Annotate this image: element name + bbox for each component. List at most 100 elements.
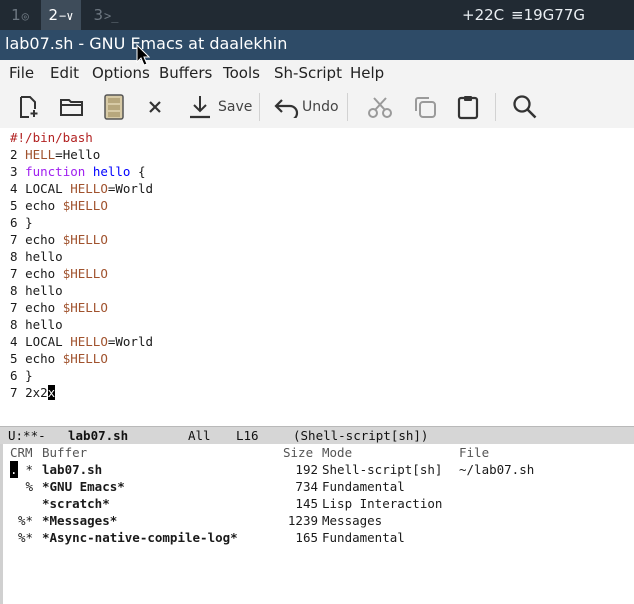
buffer-flags: %* <box>18 513 34 528</box>
code-token: echo <box>25 198 63 213</box>
code-token: HELL <box>25 147 56 162</box>
workspace-2[interactable]: 2−∨ <box>41 0 81 30</box>
buffer-file: ~/lab07.sh <box>459 462 535 477</box>
mode-line[interactable]: U:**- lab07.sh All L16 (Shell-script[sh]… <box>0 426 634 445</box>
menu-sh-script[interactable]: Sh-Script <box>274 60 342 86</box>
save-button[interactable]: Save <box>188 86 252 128</box>
code-line[interactable]: 4 LOCAL HELLO=World <box>10 180 153 197</box>
column-header-crm[interactable]: CRM <box>10 444 33 461</box>
buffer-mode: Fundamental <box>322 530 405 545</box>
code-line[interactable]: 7 echo $HELLO <box>10 265 108 282</box>
code-line[interactable]: 7 echo $HELLO <box>10 231 108 248</box>
code-line[interactable]: 3 function hello { <box>10 163 146 180</box>
copy-button[interactable] <box>412 86 438 128</box>
code-token: $HELLO <box>62 351 108 366</box>
code-token: 2x2 <box>25 385 48 400</box>
column-header-file[interactable]: File <box>459 444 489 461</box>
buffer-mode: Lisp Interaction <box>322 496 443 511</box>
search-button[interactable] <box>512 86 538 128</box>
workspace-2-icon: −∨ <box>59 9 74 23</box>
buffer-list-item[interactable]: *Messages* <box>42 512 117 529</box>
code-token: echo <box>25 266 63 281</box>
code-line-prefix: 5 <box>10 351 26 366</box>
column-header-mode[interactable]: Mode <box>322 444 352 461</box>
code-line-prefix: 8 <box>10 249 26 264</box>
buffer-size: 165 <box>295 530 318 545</box>
buffer-list-item[interactable]: *scratch* <box>42 495 110 512</box>
code-token: { <box>130 164 146 179</box>
folder-icon <box>60 99 83 116</box>
buffer-size: 1239 <box>287 513 318 528</box>
code-token: hello <box>25 283 63 298</box>
undo-label: Undo <box>302 99 339 115</box>
code-line[interactable]: 2 HELL=Hello <box>10 146 100 163</box>
code-line[interactable]: 7 2x2x <box>10 384 56 401</box>
code-line-prefix: 8 <box>10 283 26 298</box>
code-line-prefix: 8 <box>10 317 26 332</box>
workspace-3[interactable]: 3>_ <box>86 0 126 30</box>
code-line[interactable]: 6 } <box>10 214 33 231</box>
code-line-prefix: 6 <box>10 368 26 383</box>
toolbar-separator <box>347 93 348 121</box>
code-token: =World <box>107 181 154 196</box>
system-top-bar: 1◎ 2−∨ 3>_ +22C ≡19G77G <box>0 0 634 30</box>
toolbar: Save Undo <box>0 86 634 128</box>
code-line[interactable]: 7 echo $HELLO <box>10 299 108 316</box>
code-token: =World <box>107 334 154 349</box>
buffer-list-item[interactable]: lab07.sh <box>42 461 102 478</box>
code-token: HELLO <box>70 181 108 196</box>
dired-button[interactable] <box>104 86 124 128</box>
toolbar-separator <box>495 93 496 121</box>
column-header-buffer[interactable]: Buffer <box>42 444 87 461</box>
code-token: echo <box>25 232 63 247</box>
code-token: echo <box>25 300 63 315</box>
code-line-prefix: 3 <box>10 164 26 179</box>
paste-button[interactable] <box>456 86 480 128</box>
open-file-button[interactable] <box>59 86 85 128</box>
menu-tools[interactable]: Tools <box>223 60 260 86</box>
code-line[interactable]: 6 } <box>10 367 33 384</box>
code-token: function <box>25 164 86 179</box>
code-token: $HELLO <box>62 300 108 315</box>
code-line-prefix: 7 <box>10 385 26 400</box>
buffer-flags: * <box>18 462 34 477</box>
buffer-list: CRM Buffer Size Mode File . * lab07.sh 192… <box>0 444 634 604</box>
text-cursor: x <box>47 385 56 400</box>
workspace-1[interactable]: 1◎ <box>0 0 40 30</box>
menu-edit[interactable]: Edit <box>50 60 79 86</box>
buffer-list-item[interactable]: *Async-native-compile-log* <box>42 529 238 546</box>
undo-button[interactable]: Undo <box>274 86 339 128</box>
code-line[interactable]: #!/bin/bash <box>10 129 93 146</box>
workspace-1-icon: ◎ <box>21 9 29 23</box>
code-line[interactable]: 5 echo $HELLO <box>10 350 108 367</box>
code-line[interactable]: 5 echo $HELLO <box>10 197 108 214</box>
code-line[interactable]: 8 hello <box>10 316 63 333</box>
code-line[interactable]: 8 hello <box>10 248 63 265</box>
buffer-list-item[interactable]: *GNU Emacs* <box>42 478 125 495</box>
copy-icon <box>415 97 436 118</box>
code-line-prefix: 6 <box>10 215 26 230</box>
menu-buffers[interactable]: Buffers <box>159 60 212 86</box>
memory-indicator: ≡19G77G <box>511 6 585 24</box>
column-header-size[interactable]: Size <box>283 444 313 461</box>
code-token: LOCAL <box>25 334 71 349</box>
close-buffer-button[interactable] <box>147 86 163 128</box>
editor-buffer[interactable]: #!/bin/bash 2 HELL=Hello 3 function hello … <box>0 128 634 426</box>
menu-help[interactable]: Help <box>350 60 384 86</box>
code-token: =Hello <box>55 147 101 162</box>
toolbar-separator <box>259 93 260 121</box>
cut-button[interactable] <box>367 86 393 128</box>
code-line[interactable]: 8 hello <box>10 282 63 299</box>
code-token: hello <box>25 317 63 332</box>
clipboard-icon <box>457 96 479 120</box>
new-file-button[interactable] <box>16 86 40 128</box>
window-titlebar[interactable]: lab07.sh - GNU Emacs at daalekhin <box>0 30 634 60</box>
buffer-flags: %* <box>18 530 34 545</box>
save-label: Save <box>218 99 253 115</box>
menu-file[interactable]: File <box>9 60 34 86</box>
code-line[interactable]: 4 LOCAL HELLO=World <box>10 333 153 350</box>
modeline-line-number: L16 <box>236 428 259 443</box>
modeline-buffer-name: lab07.sh <box>68 428 129 443</box>
code-token: HELLO <box>70 334 108 349</box>
